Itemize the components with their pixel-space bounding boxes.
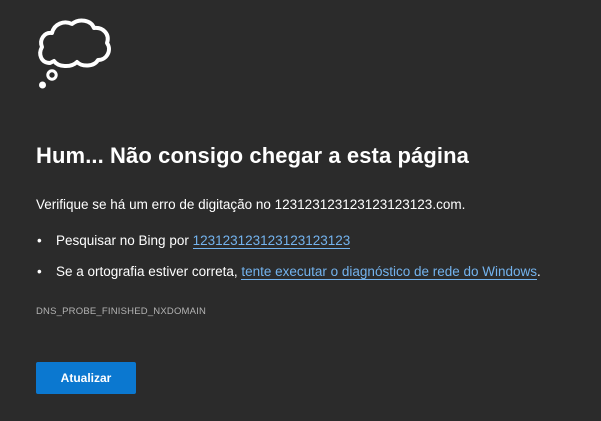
error-page: Hum... Não consigo chegar a esta página … xyxy=(0,0,601,421)
list-item: • Pesquisar no Bing por 1231231231231231… xyxy=(36,232,541,250)
error-code: DNS_PROBE_FINISHED_NXDOMAIN xyxy=(36,306,207,317)
suggestion-suffix: . xyxy=(537,264,541,279)
page-title: Hum... Não consigo chegar a esta página xyxy=(36,143,470,168)
bing-search-link[interactable]: 12312312312312312312​3 xyxy=(192,233,351,249)
refresh-button[interactable]: Atualizar xyxy=(36,362,136,394)
list-item: • Se a ortografia estiver correta, tente… xyxy=(36,263,541,281)
suggestion-text: Se a ortografia estiver correta, xyxy=(56,264,242,279)
error-description: Verifique se há um erro de digitação no … xyxy=(36,197,466,212)
suggestion-list: • Pesquisar no Bing por 1231231231231231… xyxy=(36,232,541,294)
bullet-icon: • xyxy=(37,264,42,279)
network-diagnostics-link[interactable]: tente executar o diagnóstico de rede do … xyxy=(241,264,538,280)
thought-cloud-icon xyxy=(38,18,111,89)
suggestion-text: Pesquisar no Bing por xyxy=(56,233,193,248)
bullet-icon: • xyxy=(37,233,42,248)
